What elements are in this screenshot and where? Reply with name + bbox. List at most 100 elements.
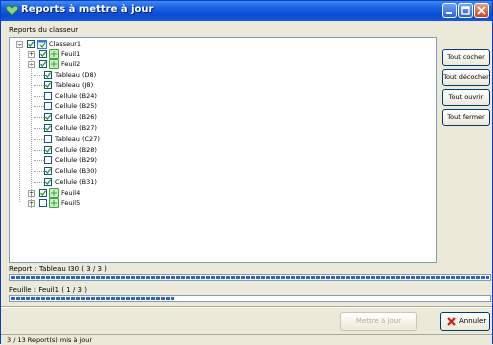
tree-node-label: Feuil2 [61,60,81,68]
report-progress-fill [11,276,489,279]
check-mark-icon [40,61,46,67]
check-mark-icon [28,41,34,47]
tree-connector [34,182,44,183]
check-mark-icon [45,125,51,131]
heart-app-icon [6,5,18,16]
check-mark-icon [40,51,46,57]
tree-node-label: Feuil1 [61,50,81,58]
tree-connector [31,64,32,208]
sheet-progress-fill [11,297,174,300]
collapse-all-button[interactable]: Tout fermer [442,109,490,126]
checkbox[interactable] [44,92,52,100]
report-update-window: Reports à mettre à jour Reports du class… [0,0,493,345]
cancel-label: Annuler [459,317,487,325]
status-bar: 3 / 13 Report(s) mis à jour [1,334,492,345]
sheet-icon [49,188,59,198]
report-tree[interactable]: − Classeur1 + Feuil1− Feuil2 Tableau (D8) Tabl… [9,37,437,263]
tree-connector [34,160,44,161]
checkbox[interactable] [44,71,52,79]
tree-node-feuil2[interactable]: − Feuil2 [10,59,430,70]
tree-connector [34,106,44,107]
update-button[interactable]: Mettre à jour [340,312,417,331]
tree-node-label: Feuil4 [61,189,81,197]
checkbox[interactable] [44,135,52,143]
maximize-button[interactable] [458,3,473,18]
sheet-icon [49,198,59,208]
tree-node-label: Cellule (B25) [55,102,97,110]
title-bar[interactable]: Reports à mettre à jour [1,1,492,21]
tree-node-label: Cellule (B29) [55,156,97,164]
minimize-button[interactable] [442,3,457,18]
tree-node-cellule-b28[interactable]: Cellule (B28) [10,146,430,156]
expand-all-button[interactable]: Tout ouvrir [442,89,490,106]
tree-connector [34,139,44,140]
sheet-icon [49,49,59,59]
tree-node-cellule-b26[interactable]: Cellule (B26) [10,113,430,123]
tree-connector [34,171,44,172]
checkbox[interactable] [44,81,52,89]
workbook-icon [37,40,47,49]
checkbox[interactable] [44,146,52,154]
tree-node-feuil5[interactable]: + Feuil5 [10,198,430,209]
checkbox[interactable] [39,50,47,58]
tree-node-cellule-b27[interactable]: Cellule (B27) [10,124,430,134]
tree-node-label: Cellule (B31) [55,178,97,186]
checkbox[interactable] [44,124,52,132]
check-mark-icon [45,168,51,174]
tree-node-feuil1[interactable]: + Feuil1 [10,49,430,60]
check-all-button[interactable]: Tout cocher [442,49,490,66]
tree-connector [34,96,44,97]
tree-connector [34,85,44,86]
tree-connector [34,128,44,129]
tree-node-label: Cellule (B30) [55,167,97,175]
tree-node-cellule-b25[interactable]: Cellule (B25) [10,102,430,112]
sheet-progress-bar [9,295,491,302]
tree-node-label: Classeur1 [49,40,82,48]
checkbox[interactable] [44,113,52,121]
checkbox[interactable] [39,60,47,68]
checkbox[interactable] [44,167,52,175]
tree-node-feuil4[interactable]: + Feuil4 [10,188,430,199]
separator [1,306,492,308]
check-mark-icon [45,72,51,78]
tree-node-tableau-c27[interactable]: Tableau (C27) [10,135,430,145]
checkbox[interactable] [39,189,47,197]
tree-connector [19,44,20,202]
tree-node-label: Tableau (J8) [55,81,94,89]
tree-node-label: Cellule (B24) [55,92,97,100]
window-title: Reports à mettre à jour [21,4,154,15]
check-mark-icon [45,82,51,88]
check-mark-icon [40,190,46,196]
tree-node-label: Feuil5 [61,199,81,207]
tree-node-classeur1[interactable]: − Classeur1 [10,40,430,50]
close-icon [477,6,486,15]
status-text: 3 / 13 Report(s) mis à jour [7,336,93,344]
tree-node-label: Cellule (B27) [55,124,97,132]
tree-node-label: Tableau (D8) [55,71,97,79]
checkbox[interactable] [39,199,47,207]
checkbox[interactable] [44,102,52,110]
close-button[interactable] [474,3,489,18]
tree-node-label: Tableau (C27) [55,135,100,143]
tree-node-cellule-b30[interactable]: Cellule (B30) [10,167,430,177]
checkbox[interactable] [44,156,52,164]
tree-connector [34,75,44,76]
uncheck-all-button[interactable]: Tout décocher [442,69,490,86]
tree-node-cellule-b24[interactable]: Cellule (B24) [10,92,430,102]
sheet-progress-label: Feuille : Feuil1 ( 1 / 3 ) [9,286,87,294]
tree-node-tableau-j8[interactable]: Tableau (J8) [10,81,430,91]
cancel-x-icon [447,317,456,326]
tree-node-cellule-b31[interactable]: Cellule (B31) [10,178,430,188]
check-mark-icon [45,147,51,153]
check-mark-icon [45,179,51,185]
tree-connector [34,117,44,118]
check-mark-icon [45,114,51,120]
checkbox[interactable] [44,178,52,186]
tree-node-cellule-b29[interactable]: Cellule (B29) [10,156,430,166]
tree-node-label: Cellule (B26) [55,113,97,121]
minimize-icon [446,12,452,14]
tree-node-tableau-d8[interactable]: Tableau (D8) [10,71,430,81]
checkbox[interactable] [27,40,35,48]
cancel-button[interactable]: Annuler [440,312,490,331]
report-progress-bar [9,274,491,281]
